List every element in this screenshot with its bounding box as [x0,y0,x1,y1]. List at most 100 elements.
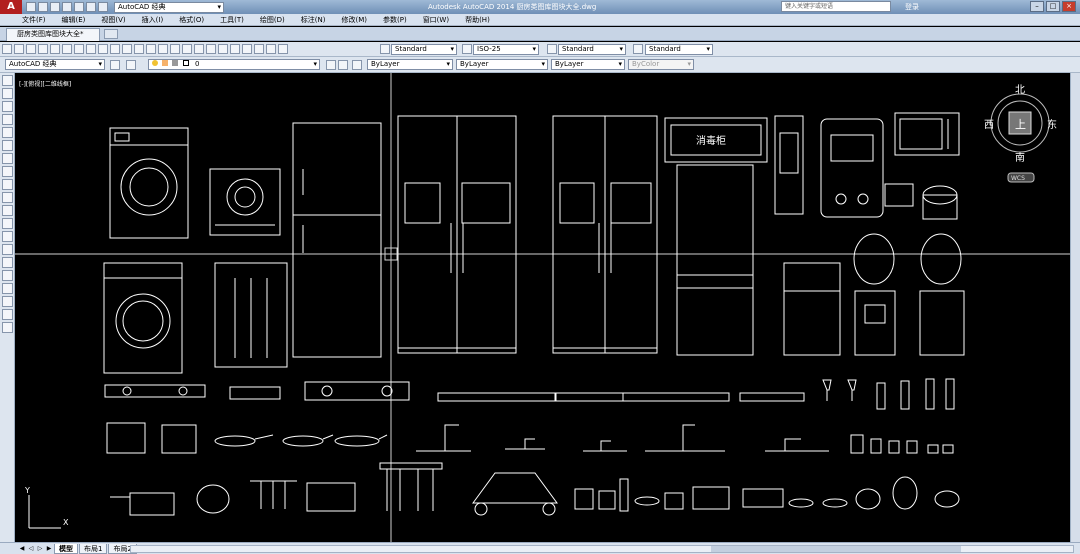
redo-icon[interactable] [98,2,108,12]
arc-icon[interactable] [2,140,13,151]
pan-icon[interactable] [158,44,168,54]
point-icon[interactable] [2,244,13,255]
menu-view[interactable]: 视图(V) [101,15,125,25]
tab-layout1[interactable]: 布局1 [79,543,108,554]
search-input[interactable]: 键入关键字或短语 [781,1,891,12]
layer-previous-icon[interactable] [338,59,348,70]
zoom-window-icon[interactable] [182,44,192,54]
ellipse-arc-icon[interactable] [2,205,13,216]
insert-block-icon[interactable] [2,218,13,229]
block-editor-icon[interactable] [122,44,132,54]
help-icon[interactable] [278,44,288,54]
menu-parameter[interactable]: 参数(P) [383,15,407,25]
layer-select[interactable]: 0 [148,59,320,70]
print-icon[interactable] [74,2,84,12]
drawing-canvas[interactable]: [-][俯视][二维线框] 消毒柜 Y X 上 北 南 东 西 WCS [15,73,1070,542]
copy-icon[interactable] [86,44,96,54]
rectangle-icon[interactable] [2,127,13,138]
workspace-dropdown[interactable]: AutoCAD 经典 [114,1,224,13]
menu-edit[interactable]: 编辑(E) [62,15,86,25]
workspace-select[interactable]: AutoCAD 经典 [5,59,105,70]
cut-icon[interactable] [74,44,84,54]
properties-icon[interactable] [206,44,216,54]
preview-icon[interactable] [50,44,60,54]
close-button[interactable]: × [1062,1,1076,12]
mtext-icon[interactable] [2,309,13,320]
menu-format[interactable]: 格式(O) [179,15,204,25]
color-select[interactable]: ByLayer [367,59,453,70]
match-properties-icon[interactable] [110,44,120,54]
text-style-icon[interactable] [380,44,390,54]
print-icon[interactable] [38,44,48,54]
new-icon[interactable] [2,44,12,54]
menu-file[interactable]: 文件(F) [22,15,46,25]
menu-insert[interactable]: 插入(I) [142,15,164,25]
revcloud-icon[interactable] [2,166,13,177]
horizontal-scrollbar[interactable] [130,545,1074,553]
workspace-settings-icon[interactable] [110,59,120,70]
viewport-controls[interactable]: [-][俯视][二维线框] [19,79,71,88]
construction-line-icon[interactable] [2,88,13,99]
dim-style-select[interactable]: ISO-25 [473,44,539,55]
menu-tools[interactable]: 工具(T) [220,15,244,25]
text-style-select[interactable]: Standard [391,44,457,55]
vertical-scrollbar[interactable] [1070,73,1080,543]
mleader-style-select[interactable]: Standard [645,44,713,55]
dim-style-icon[interactable] [462,44,472,54]
menu-help[interactable]: 帮助(H) [465,15,490,25]
zoom-previous-icon[interactable] [194,44,204,54]
circle-icon[interactable] [2,153,13,164]
quickcalc-icon[interactable] [266,44,276,54]
undo-icon[interactable] [86,2,96,12]
table-style-icon[interactable] [547,44,557,54]
application-menu-button[interactable]: A [0,0,22,14]
menu-draw[interactable]: 绘图(D) [260,15,285,25]
maximize-button[interactable]: □ [1046,1,1060,12]
spline-icon[interactable] [2,179,13,190]
open-icon[interactable] [38,2,48,12]
hatch-icon[interactable] [2,257,13,268]
table-icon[interactable] [2,296,13,307]
make-block-icon[interactable] [2,231,13,242]
markup-icon[interactable] [254,44,264,54]
saveas-icon[interactable] [62,2,72,12]
lineweight-select[interactable]: ByLayer [551,59,625,70]
minimize-button[interactable]: – [1030,1,1044,12]
menu-window[interactable]: 窗口(W) [423,15,449,25]
publish-icon[interactable] [62,44,72,54]
prev-tab-icon[interactable]: ◁ [27,545,35,553]
scrollbar-thumb[interactable] [711,546,961,552]
menu-dimension[interactable]: 标注(N) [301,15,326,25]
sheet-set-icon[interactable] [242,44,252,54]
open-icon[interactable] [14,44,24,54]
mleader-style-icon[interactable] [633,44,643,54]
layer-properties-icon[interactable] [126,59,136,70]
tab-model[interactable]: 模型 [54,543,78,554]
polygon-icon[interactable] [2,114,13,125]
region-icon[interactable] [2,283,13,294]
paste-icon[interactable] [98,44,108,54]
linetype-select[interactable]: ByLayer [456,59,548,70]
new-icon[interactable] [26,2,36,12]
new-tab-button[interactable] [104,29,118,39]
menu-modify[interactable]: 修改(M) [341,15,367,25]
tool-palettes-icon[interactable] [230,44,240,54]
save-icon[interactable] [26,44,36,54]
next-tab-icon[interactable]: ▷ [36,545,44,553]
document-tab[interactable]: 厨房类图库图块大全* [6,28,100,41]
line-icon[interactable] [2,75,13,86]
ellipse-icon[interactable] [2,192,13,203]
undo-icon[interactable] [134,44,144,54]
last-tab-icon[interactable]: ▶ [45,545,53,553]
save-icon[interactable] [50,2,60,12]
design-center-icon[interactable] [218,44,228,54]
redo-icon[interactable] [146,44,156,54]
layer-state-icon[interactable] [352,59,362,70]
zoom-realtime-icon[interactable] [170,44,180,54]
first-tab-icon[interactable]: ◀ [18,545,26,553]
add-selected-icon[interactable] [2,322,13,333]
polyline-icon[interactable] [2,101,13,112]
make-current-icon[interactable] [326,59,336,70]
table-style-select[interactable]: Standard [558,44,626,55]
gradient-icon[interactable] [2,270,13,281]
